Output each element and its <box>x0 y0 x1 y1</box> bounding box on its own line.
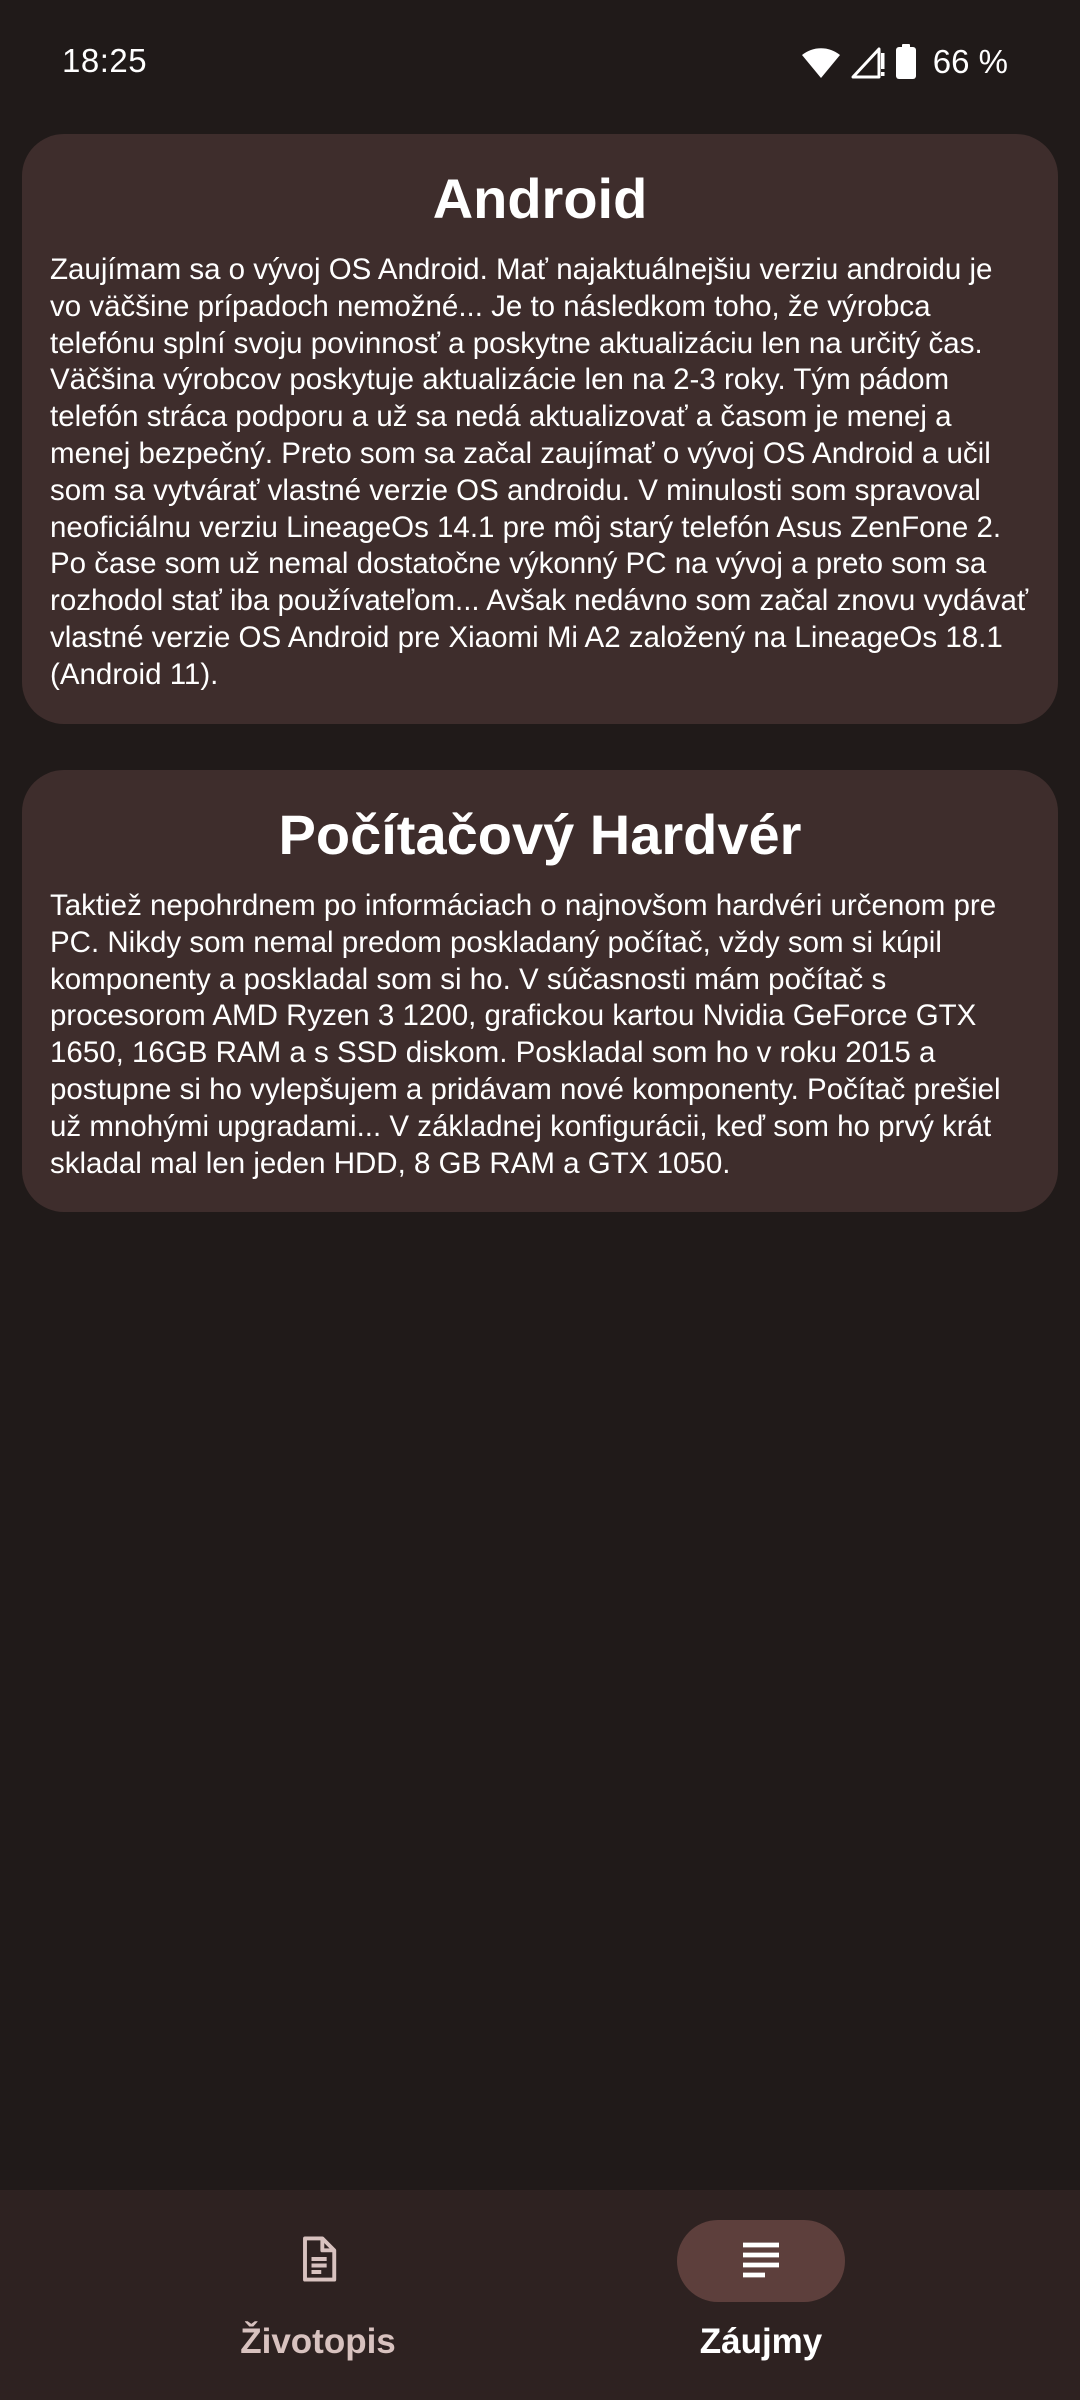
text-lines-icon <box>737 2235 785 2288</box>
nav-indicator <box>234 2220 402 2302</box>
nav-item-interests[interactable]: Záujmy <box>611 2220 911 2380</box>
interests-screen: 18:25 66 % Android Zaujímam sa o vývoj O… <box>0 0 1080 2400</box>
nav-label-interests: Záujmy <box>699 2322 823 2361</box>
interest-card-android: Android Zaujímam sa o vývoj OS Android. … <box>22 134 1058 724</box>
document-icon <box>292 2233 344 2290</box>
card-title: Počítačový Hardvér <box>278 803 802 866</box>
battery-icon <box>895 44 917 80</box>
signal-icon <box>851 45 885 79</box>
interest-card-hardware: Počítačový Hardvér Taktiež nepohrdnem po… <box>22 770 1058 1212</box>
nav-indicator-active <box>677 2220 845 2302</box>
card-title: Android <box>432 167 648 230</box>
nav-item-resume[interactable]: Životopis <box>168 2220 468 2380</box>
card-body: Taktiež nepohrdnem po informáciach o naj… <box>50 889 1001 1180</box>
bottom-navigation: Životopis Záujmy <box>0 2190 1080 2400</box>
wifi-icon <box>801 45 841 79</box>
nav-label-resume: Životopis <box>240 2322 396 2361</box>
battery-percentage: 66 % <box>932 43 1008 80</box>
status-time: 18:25 <box>62 42 148 79</box>
card-body: Zaujímam sa o vývoj OS Android. Mať naja… <box>50 253 1029 691</box>
status-bar: 18:25 66 % <box>0 0 1080 128</box>
status-icons: 66 % <box>801 40 1008 84</box>
